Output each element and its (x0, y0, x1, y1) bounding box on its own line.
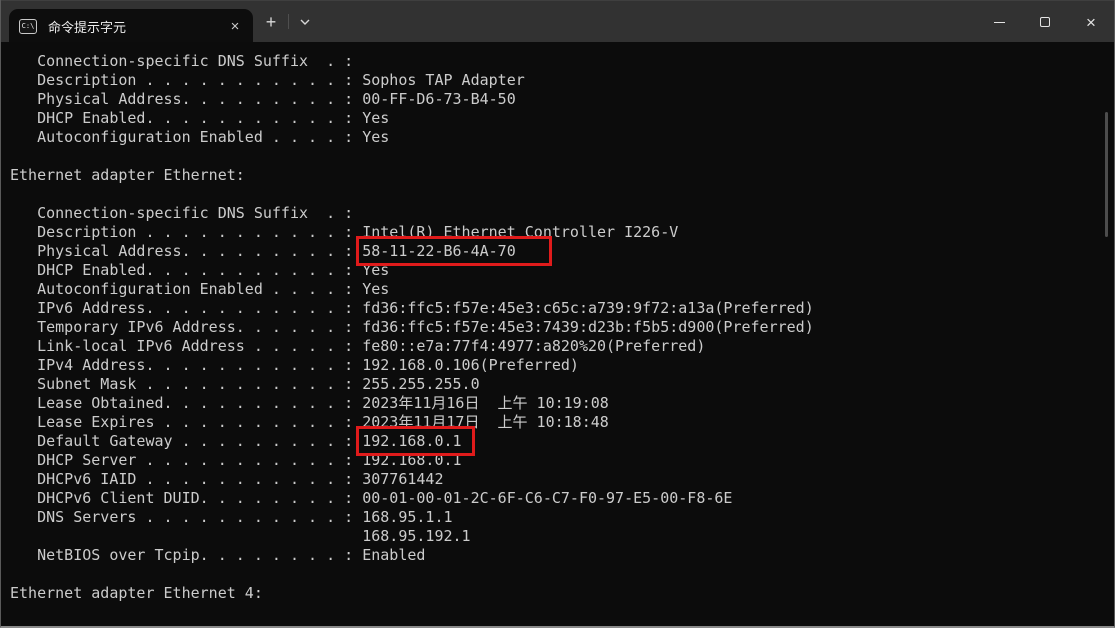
tab-title: 命令提示字元 (48, 17, 223, 36)
terminal-line: Connection-specific DNS Suffix . : (10, 52, 1114, 71)
minimize-icon (994, 22, 1005, 23)
terminal-line: Temporary IPv6 Address. . . . . . : fd36… (10, 318, 1114, 337)
command-prompt-icon: C:\ (19, 19, 37, 34)
highlight-box-physical-address: 58-11-22-B6-4A-70 (362, 242, 546, 260)
terminal-line: IPv6 Address. . . . . . . . . . . : fd36… (10, 299, 1114, 318)
tab-close-icon[interactable]: × (223, 14, 247, 38)
terminal-output[interactable]: Connection-specific DNS Suffix . : Descr… (1, 42, 1114, 626)
close-icon: × (1086, 14, 1096, 31)
terminal-line: Physical Address. . . . . . . . . : 00-F… (10, 90, 1114, 109)
scrollbar-thumb[interactable] (1105, 112, 1108, 237)
terminal-line: Connection-specific DNS Suffix . : (10, 204, 1114, 223)
terminal-line (10, 185, 1114, 204)
tab-command-prompt[interactable]: C:\ 命令提示字元 × (9, 9, 253, 43)
terminal-line (10, 565, 1114, 584)
command-prompt-icon-text: C:\ (22, 23, 35, 30)
terminal-line: Lease Obtained. . . . . . . . . . : 2023… (10, 394, 1114, 413)
terminal-line: DHCP Enabled. . . . . . . . . . . : Yes (10, 109, 1114, 128)
terminal-line: Description . . . . . . . . . . . : Soph… (10, 71, 1114, 90)
terminal-line: Link-local IPv6 Address . . . . . : fe80… (10, 337, 1114, 356)
terminal-window: C:\ 命令提示字元 × + × Connection-specif (0, 0, 1115, 628)
tab-dropdown-button[interactable] (293, 8, 317, 36)
close-button[interactable]: × (1068, 1, 1114, 43)
window-controls: × (976, 1, 1114, 43)
terminal-line: Lease Expires . . . . . . . . . . : 2023… (10, 413, 1114, 432)
terminal-line: Description . . . . . . . . . . . : Inte… (10, 223, 1114, 242)
terminal-line: DHCPv6 IAID . . . . . . . . . . . : 3077… (10, 470, 1114, 489)
terminal-line: Physical Address. . . . . . . . . : 58-1… (10, 242, 1114, 261)
terminal-line: DHCPv6 Client DUID. . . . . . . . : 00-0… (10, 489, 1114, 508)
new-tab-button[interactable]: + (258, 8, 284, 36)
tab-bar-divider (288, 14, 289, 29)
terminal-line (10, 147, 1114, 166)
terminal-line: Ethernet adapter Ethernet 4: (10, 584, 1114, 603)
terminal-line: Subnet Mask . . . . . . . . . . . : 255.… (10, 375, 1114, 394)
maximize-button[interactable] (1022, 1, 1068, 43)
minimize-button[interactable] (976, 1, 1022, 43)
terminal-line: 168.95.192.1 (10, 527, 1114, 546)
title-bar[interactable]: C:\ 命令提示字元 × + × (1, 0, 1114, 42)
chevron-down-icon (300, 19, 310, 25)
maximize-icon (1040, 17, 1050, 27)
terminal-line: Autoconfiguration Enabled . . . . : Yes (10, 280, 1114, 299)
terminal-line: Default Gateway . . . . . . . . . : 192.… (10, 432, 1114, 451)
terminal-line: Autoconfiguration Enabled . . . . : Yes (10, 128, 1114, 147)
terminal-line: DNS Servers . . . . . . . . . . . : 168.… (10, 508, 1114, 527)
terminal-line: DHCP Server . . . . . . . . . . . : 192.… (10, 451, 1114, 470)
terminal-line: IPv4 Address. . . . . . . . . . . : 192.… (10, 356, 1114, 375)
terminal-line: DHCP Enabled. . . . . . . . . . . : Yes (10, 261, 1114, 280)
terminal-line: NetBIOS over Tcpip. . . . . . . . : Enab… (10, 546, 1114, 565)
highlight-box-default-gateway: 192.168.0.1 (362, 432, 468, 450)
terminal-line: Ethernet adapter Ethernet: (10, 166, 1114, 185)
